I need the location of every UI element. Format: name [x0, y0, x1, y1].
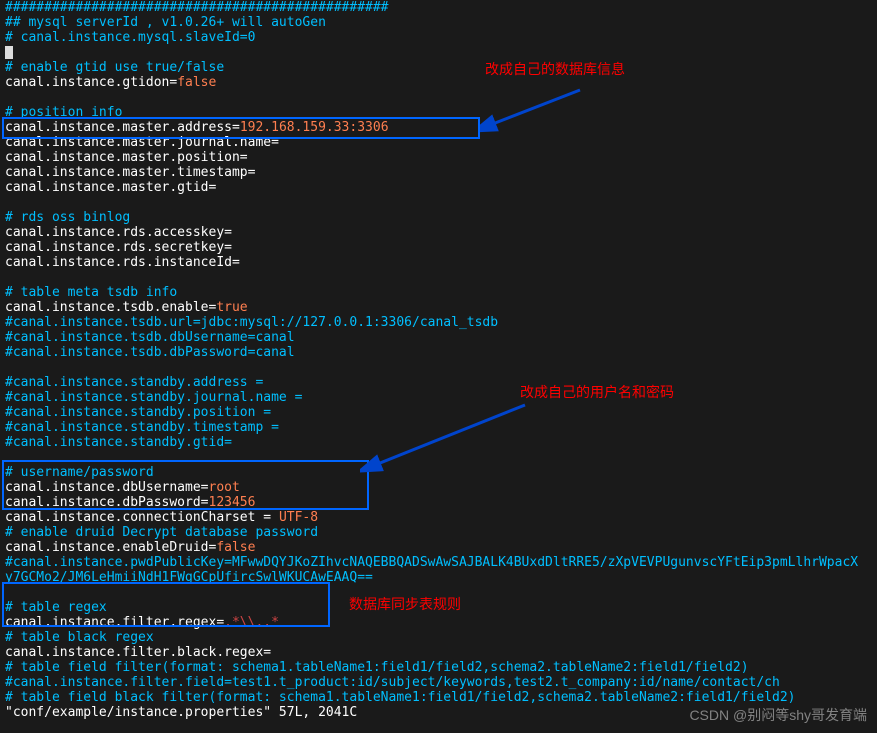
code-line	[5, 195, 877, 210]
code-line: #canal.instance.tsdb.url=jdbc:mysql://12…	[5, 315, 877, 330]
code-line: # table meta tsdb info	[5, 285, 877, 300]
code-line: # rds oss binlog	[5, 210, 877, 225]
code-line: canal.instance.master.gtid=	[5, 180, 877, 195]
code-line	[5, 270, 877, 285]
code-line: #canal.instance.filter.field=test1.t_pro…	[5, 675, 877, 690]
code-line: # enable druid Decrypt database password	[5, 525, 877, 540]
code-line: # enable gtid use true/false	[5, 60, 877, 75]
code-line-filter-regex: canal.instance.filter.regex=.*\\..*	[5, 615, 877, 630]
code-line-db-username: canal.instance.dbUsername=root	[5, 480, 877, 495]
code-line: y7GCMo2/JM6LeHmiiNdH1FWgGCpUfircSwlWKUCA…	[5, 570, 877, 585]
code-line: canal.instance.master.timestamp=	[5, 165, 877, 180]
annotation-regex: 数据库同步表规则	[349, 597, 461, 612]
code-line	[5, 90, 877, 105]
code-line	[5, 360, 877, 375]
code-line: canal.instance.master.journal.name=	[5, 135, 877, 150]
annotation-credentials: 改成自己的用户名和密码	[520, 385, 674, 400]
code-line: canal.instance.connectionCharset = UTF-8	[5, 510, 877, 525]
code-line: #canal.instance.standby.gtid=	[5, 435, 877, 450]
code-line: canal.instance.enableDruid=false	[5, 540, 877, 555]
code-line: #canal.instance.standby.address =	[5, 375, 877, 390]
code-line	[5, 45, 877, 60]
code-line: canal.instance.rds.secretkey=	[5, 240, 877, 255]
code-line: canal.instance.filter.black.regex=	[5, 645, 877, 660]
code-line: # position info	[5, 105, 877, 120]
code-line: # table field black filter(format: schem…	[5, 690, 877, 705]
code-line: # table field filter(format: schema1.tab…	[5, 660, 877, 675]
code-line: #canal.instance.standby.timestamp =	[5, 420, 877, 435]
code-line: ## mysql serverId , v1.0.26+ will autoGe…	[5, 15, 877, 30]
code-line: # username/password	[5, 465, 877, 480]
code-line: #canal.instance.pwdPublicKey=MFwwDQYJKoZ…	[5, 555, 877, 570]
code-line: #canal.instance.tsdb.dbUsername=canal	[5, 330, 877, 345]
code-line: # canal.instance.mysql.slaveId=0	[5, 30, 877, 45]
code-line: canal.instance.gtidon=false	[5, 75, 877, 90]
code-line: #canal.instance.tsdb.dbPassword=canal	[5, 345, 877, 360]
code-line: canal.instance.rds.accesskey=	[5, 225, 877, 240]
code-line	[5, 450, 877, 465]
watermark: CSDN @别闷等shy哥发育端	[689, 708, 867, 723]
code-line: #canal.instance.standby.position =	[5, 405, 877, 420]
annotation-db-info: 改成自己的数据库信息	[485, 62, 625, 77]
cursor-icon	[5, 46, 13, 59]
code-line-db-password: canal.instance.dbPassword=123456	[5, 495, 877, 510]
code-line: ########################################…	[5, 0, 877, 15]
editor-content[interactable]: ########################################…	[5, 0, 877, 720]
code-line: canal.instance.master.position=	[5, 150, 877, 165]
code-line-master-address: canal.instance.master.address=192.168.15…	[5, 120, 877, 135]
code-line: #canal.instance.standby.journal.name =	[5, 390, 877, 405]
code-line: canal.instance.rds.instanceId=	[5, 255, 877, 270]
code-line: canal.instance.tsdb.enable=true	[5, 300, 877, 315]
code-line: # table black regex	[5, 630, 877, 645]
